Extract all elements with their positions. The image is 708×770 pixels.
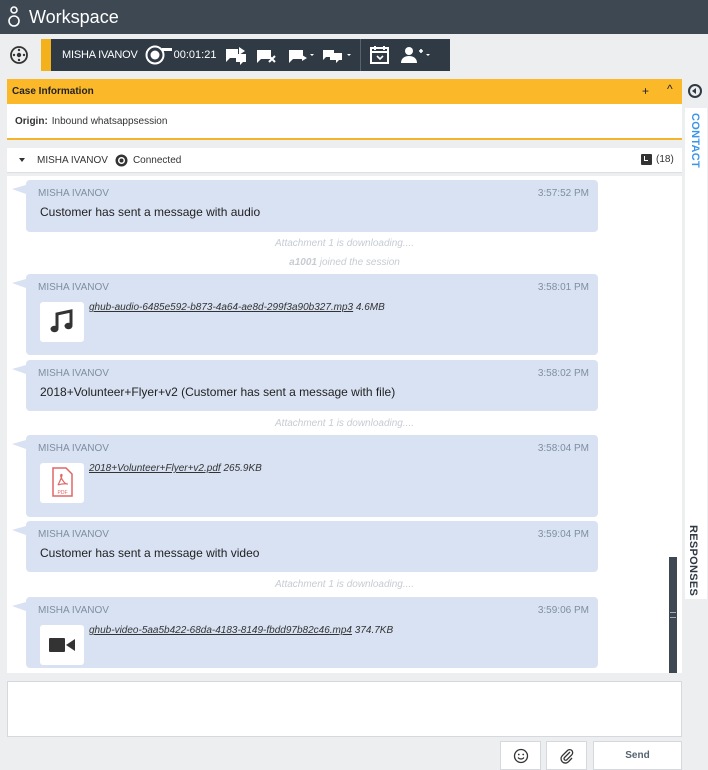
- attachment-link[interactable]: 2018+Volunteer+Flyer+v2.pdf: [89, 463, 221, 474]
- message-text: 2018+Volunteer+Flyer+v2 (Customer has se…: [40, 385, 396, 399]
- attachment-thumbnail[interactable]: [40, 302, 84, 342]
- joined-text: joined the session: [316, 257, 400, 268]
- attachment-info: ghub-video-5aa5b422-68da-4183-8149-fbdd9…: [89, 625, 393, 636]
- message-text: Customer has sent a message with audio: [40, 205, 261, 219]
- chat-transcript[interactable]: MISHA IVANOV 3:57:52 PM Customer has sen…: [7, 176, 682, 673]
- message-time: 3:58:04 PM: [537, 443, 589, 454]
- system-note: Attachment 1 is downloading....: [275, 579, 414, 590]
- toolbar-separator: [360, 39, 362, 71]
- message-input[interactable]: [7, 681, 682, 737]
- case-information-title: Case Information: [12, 86, 94, 97]
- chat-message: MISHA IVANOV 3:59:04 PM Customer has sen…: [12, 521, 598, 572]
- interaction-contact-name: MISHA IVANOV: [62, 49, 138, 61]
- interaction-accent: [41, 39, 51, 71]
- message-time: 3:58:01 PM: [537, 282, 589, 293]
- whatsapp-icon: [115, 154, 128, 166]
- joined-user: a1001: [289, 257, 317, 268]
- interaction-bar[interactable]: MISHA IVANOV 00:01:21: [41, 39, 450, 71]
- party-action-icon[interactable]: [399, 45, 431, 65]
- attachment-thumbnail[interactable]: PDF: [40, 463, 84, 503]
- pdf-icon: PDF: [52, 467, 73, 497]
- origin-value: Inbound whatsappsession: [51, 115, 168, 127]
- message-author: MISHA IVANOV: [38, 188, 109, 199]
- genesys-logo-icon: [8, 6, 20, 27]
- chat-message: MISHA IVANOV 3:57:52 PM Customer has sen…: [12, 180, 598, 232]
- participant-status: Connected: [132, 154, 182, 166]
- system-note: Attachment 1 is downloading....: [275, 238, 414, 249]
- tab-contact-label: CONTACT: [689, 113, 701, 169]
- toolbar: MISHA IVANOV 00:01:21: [0, 34, 708, 78]
- app-title: Workspace: [29, 6, 119, 27]
- transfer-chat-icon[interactable]: [224, 45, 250, 65]
- origin-label: Origin:: [15, 115, 48, 127]
- attachment-size: 374.7KB: [354, 625, 394, 636]
- participant-name: MISHA IVANOV: [37, 154, 108, 166]
- attachment-size: 265.9KB: [223, 463, 262, 474]
- message-time: 3:57:52 PM: [537, 188, 589, 199]
- whatsapp-icon: [145, 45, 172, 65]
- interaction-count: (18): [656, 154, 674, 165]
- emoji-button[interactable]: [500, 741, 541, 770]
- svg-text:PDF: PDF: [58, 490, 68, 496]
- attachment-link[interactable]: ghub-video-5aa5b422-68da-4183-8149-fbdd9…: [89, 625, 352, 636]
- tab-responses[interactable]: RESPONSES: [687, 525, 699, 596]
- chat-message: MISHA IVANOV 3:58:01 PM ghub-audio-6485e…: [12, 274, 598, 355]
- message-text: Customer has sent a message with video: [40, 546, 260, 560]
- collapse-case-button[interactable]: ^: [667, 82, 673, 96]
- add-case-data-button[interactable]: +: [642, 84, 649, 98]
- chat-message: MISHA IVANOV 3:59:06 PM ghub-video-5aa5b…: [12, 597, 598, 668]
- attachment-size: 4.6MB: [355, 302, 385, 313]
- side-panel: CONTACT RESPONSES: [683, 79, 708, 770]
- message-time: 3:59:04 PM: [537, 529, 589, 540]
- attachment-link[interactable]: ghub-audio-6485e592-b873-4a64-ae8d-299f3…: [89, 302, 353, 313]
- attach-button[interactable]: [546, 741, 587, 770]
- message-author: MISHA IVANOV: [38, 443, 109, 454]
- chat-message: MISHA IVANOV 3:58:02 PM 2018+Volunteer+F…: [12, 360, 598, 411]
- participant-row[interactable]: MISHA IVANOV Connected (18): [7, 148, 682, 173]
- history-icon: [641, 154, 652, 165]
- paperclip-icon: [559, 748, 573, 764]
- attachment-info: 2018+Volunteer+Flyer+v2.pdf 265.9KB: [89, 463, 262, 474]
- smiley-icon: [513, 748, 528, 763]
- end-chat-icon[interactable]: [256, 45, 278, 65]
- chat-message: MISHA IVANOV 3:58:04 PM PDF 2018+Volunte…: [12, 435, 598, 517]
- title-bar: Workspace: [0, 0, 708, 34]
- message-author: MISHA IVANOV: [38, 368, 109, 379]
- interaction-timer: 00:01:21: [173, 49, 217, 61]
- system-note: a1001 joined the session: [7, 257, 682, 268]
- attachment-info: ghub-audio-6485e592-b873-4a64-ae8d-299f3…: [89, 302, 385, 313]
- message-time: 3:58:02 PM: [537, 368, 589, 379]
- scrollbar[interactable]: [669, 557, 677, 673]
- music-note-icon: [50, 309, 73, 333]
- message-author: MISHA IVANOV: [38, 529, 109, 540]
- message-time: 3:59:06 PM: [537, 605, 589, 616]
- scrollbar-grip[interactable]: [670, 612, 676, 618]
- attachment-thumbnail[interactable]: [40, 625, 84, 665]
- conference-chat-icon[interactable]: [288, 45, 315, 65]
- send-button[interactable]: Send: [593, 741, 682, 770]
- video-camera-icon: [49, 638, 75, 652]
- message-author: MISHA IVANOV: [38, 605, 109, 616]
- case-information-body: Origin: Inbound whatsappsession: [7, 104, 682, 140]
- chevron-down-icon[interactable]: [19, 158, 25, 162]
- collapse-panel-icon[interactable]: [688, 84, 702, 98]
- message-author: MISHA IVANOV: [38, 282, 109, 293]
- schedule-callback-icon[interactable]: [369, 45, 391, 65]
- hub-icon[interactable]: [9, 45, 29, 65]
- case-information-header[interactable]: Case Information + ^: [7, 79, 682, 104]
- consult-chat-icon[interactable]: [322, 45, 352, 65]
- system-note: Attachment 1 is downloading....: [275, 418, 414, 429]
